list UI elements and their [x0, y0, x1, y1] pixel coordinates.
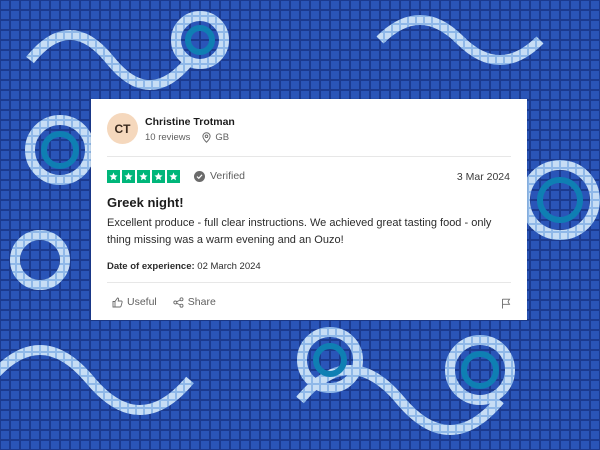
- date-of-experience: Date of experience: 02 March 2024: [107, 261, 261, 272]
- report-button[interactable]: [501, 296, 511, 314]
- star-icon: [137, 170, 150, 183]
- share-icon: [173, 296, 184, 308]
- useful-label: Useful: [127, 296, 157, 308]
- location-pin-icon: [202, 132, 212, 143]
- star-icon: [167, 170, 180, 183]
- divider: [107, 156, 511, 157]
- review-count: 10 reviews: [145, 132, 191, 143]
- review-actions: Useful Share: [112, 296, 232, 308]
- checkmark-icon: [194, 170, 205, 182]
- star-icon: [152, 170, 165, 183]
- experience-date: 02 March 2024: [197, 261, 261, 272]
- review-card: CT Christine Trotman 10 reviews GB Verif…: [91, 99, 527, 320]
- useful-button[interactable]: Useful: [112, 296, 157, 308]
- star-icon: [122, 170, 135, 183]
- review-title[interactable]: Greek night!: [107, 195, 184, 210]
- share-label: Share: [187, 296, 216, 308]
- location: GB: [202, 132, 229, 143]
- star-rating: [107, 170, 180, 183]
- divider: [107, 282, 511, 283]
- avatar[interactable]: CT: [107, 113, 138, 144]
- thumbs-up-icon: [112, 297, 123, 307]
- reviewer-name[interactable]: Christine Trotman: [145, 116, 235, 128]
- flag-icon: [502, 298, 511, 309]
- review-date: 3 Mar 2024: [456, 171, 510, 183]
- reviewer-meta: 10 reviews GB: [145, 132, 229, 143]
- share-button[interactable]: Share: [173, 296, 216, 308]
- verified-label: Verified: [210, 170, 246, 182]
- star-icon: [107, 170, 120, 183]
- location-label: GB: [215, 132, 230, 143]
- verified-badge[interactable]: Verified: [194, 170, 245, 182]
- experience-label: Date of experience:: [107, 261, 195, 272]
- review-body: Excellent produce - full clear instructi…: [107, 217, 492, 246]
